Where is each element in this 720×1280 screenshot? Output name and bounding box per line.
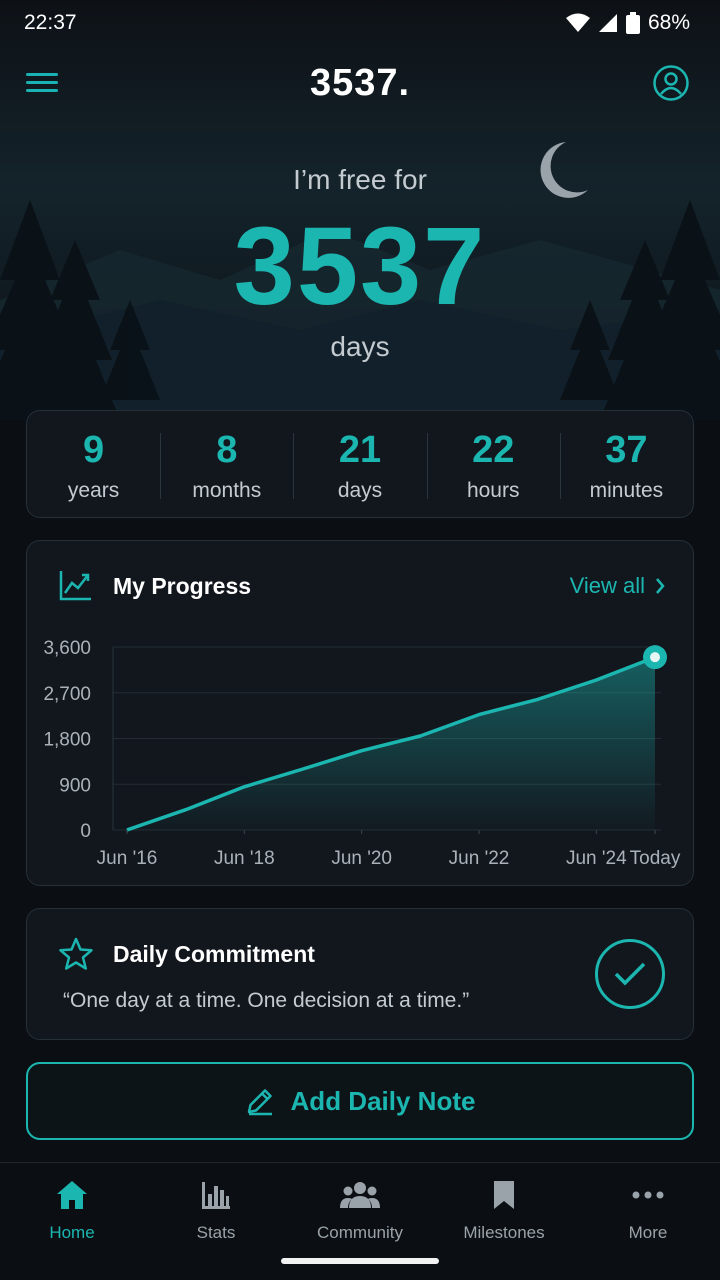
profile-button[interactable]: [652, 64, 690, 102]
bookmark-icon: [494, 1181, 514, 1209]
nav-more[interactable]: More: [576, 1163, 720, 1280]
chart-y-tick-label: 2,700: [43, 684, 91, 705]
more-icon: [632, 1191, 664, 1199]
nav-label: Community: [317, 1223, 403, 1242]
duration-minutes: 37 minutes: [559, 411, 693, 517]
nav-label: More: [628, 1223, 668, 1242]
pencil-icon: [247, 1089, 272, 1116]
duration-value: 37: [605, 429, 648, 471]
commitment-check-button[interactable]: [595, 939, 665, 1009]
nav-stats[interactable]: Stats: [144, 1163, 288, 1280]
hero-subtitle: I’m free for: [293, 164, 427, 195]
status-icons: 68%: [565, 11, 690, 35]
chart-current-point-center: [650, 652, 660, 663]
duration-months: 8 months: [160, 411, 293, 517]
chart-y-tick-label: 900: [59, 775, 91, 796]
progress-chart: 0 900 1,800 2,700 3,600 Jun '16 Jun '18 Jun '20…: [43, 638, 681, 869]
nav-label: Milestones: [463, 1223, 545, 1242]
battery-percent: 68%: [647, 11, 690, 34]
status-time: 22:37: [24, 11, 77, 34]
add-daily-note-button[interactable]: Add Daily Note: [26, 1062, 694, 1140]
app-header: 3537.: [0, 56, 720, 112]
add-daily-note-label: Add Daily Note: [290, 1085, 476, 1116]
duration-days: 21 days: [293, 411, 426, 517]
duration-label: days: [337, 479, 383, 502]
app-logo: 3537.: [309, 62, 411, 104]
duration-label: years: [67, 479, 120, 502]
battery-icon: [625, 12, 640, 34]
chart-x-tick-label: Jun '24: [566, 848, 627, 869]
duration-value: 9: [83, 429, 105, 471]
nav-home[interactable]: Home: [0, 1163, 144, 1280]
wifi-icon: [565, 13, 590, 32]
duration-card: 9 years 8 months 21 days 22 hours 37 min…: [26, 410, 694, 518]
chart-x-tick-label: Jun '20: [331, 848, 392, 869]
stats-icon: [202, 1182, 230, 1209]
commitment-title: Daily Commitment: [113, 941, 315, 967]
hero-unit: days: [330, 331, 390, 362]
chart-y-tick-label: 3,600: [43, 638, 91, 659]
progress-card: My Progress View all 0 900 1,800 2,700 3,600…: [26, 540, 694, 886]
chart-y-tick-label: 1,800: [43, 730, 91, 751]
chart-x-tick-label: Jun '16: [97, 848, 158, 869]
duration-label: minutes: [589, 479, 664, 502]
commitment-card: Daily Commitment “One day at a time. One…: [26, 908, 694, 1040]
star-icon: [59, 937, 93, 970]
hero-day-count: 3537: [233, 205, 487, 328]
duration-label: hours: [466, 479, 520, 502]
duration-hours: 22 hours: [426, 411, 560, 517]
nav-label: Home: [49, 1223, 95, 1242]
chart-x-tick-label: Jun '18: [214, 848, 275, 869]
check-icon: [614, 962, 646, 986]
home-indicator: [281, 1258, 439, 1264]
chart-y-tick-label: 0: [80, 821, 91, 842]
status-bar: 22:37 68%: [0, 0, 720, 46]
chart-x-tick-label: Today: [630, 848, 681, 869]
commitment-quote: “One day at a time. One decision at a ti…: [63, 989, 470, 1012]
duration-label: months: [192, 479, 262, 502]
duration-value: 8: [216, 429, 238, 471]
nav-label: Stats: [196, 1223, 236, 1242]
signal-icon: [598, 14, 617, 32]
duration-value: 22: [472, 429, 515, 471]
chart-x-tick-label: Jun '22: [449, 848, 510, 869]
duration-years: 9 years: [27, 411, 160, 517]
nav-milestones[interactable]: Milestones: [432, 1163, 576, 1280]
duration-value: 21: [338, 429, 382, 471]
community-icon: [340, 1182, 380, 1208]
app-screen: 22:37 68% 3537. I’m free for 3537 days 9…: [0, 0, 720, 1280]
home-icon: [57, 1181, 87, 1209]
